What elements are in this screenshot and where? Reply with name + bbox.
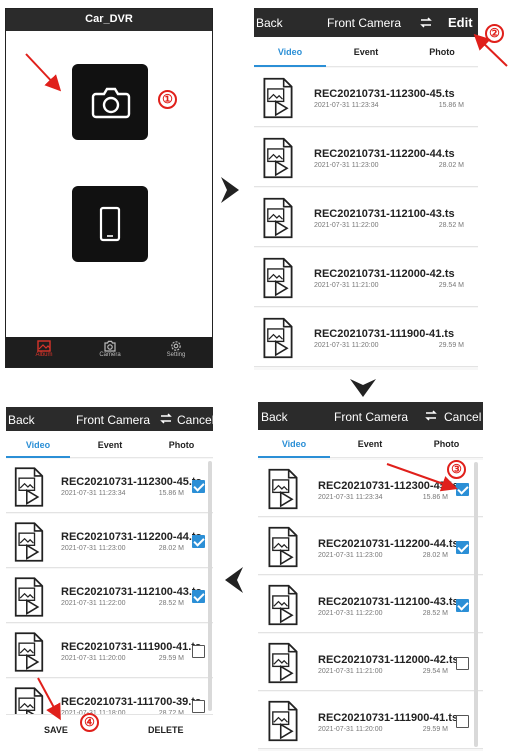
red-annotation-arrow-4 bbox=[37, 677, 61, 721]
